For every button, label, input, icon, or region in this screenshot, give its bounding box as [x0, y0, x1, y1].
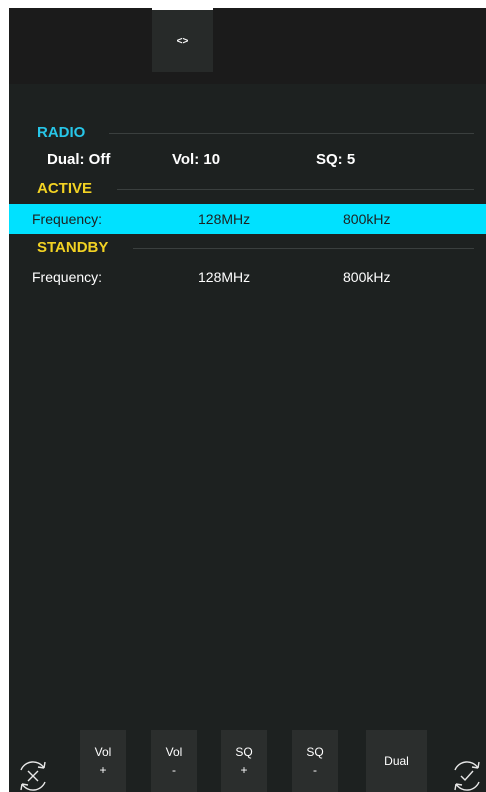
- active-divider: [117, 189, 474, 190]
- dual-button[interactable]: Dual: [366, 730, 427, 792]
- volume-down-sign: -: [172, 763, 176, 777]
- radio-section-header: RADIO: [9, 123, 486, 143]
- top-bar: <>: [9, 8, 486, 84]
- volume-up-button[interactable]: Vol +: [80, 730, 126, 792]
- bottom-control-bar: Vol + Vol - SQ + SQ - Dual: [9, 716, 486, 792]
- app-screen: <> RADIO Dual: Off Vol: 10 SQ: 5 ACTIVE …: [9, 8, 486, 792]
- standby-frequency-label: Frequency:: [32, 269, 103, 285]
- tab-swap[interactable]: <>: [152, 8, 213, 72]
- standby-frequency-mhz: 128MHz: [198, 269, 251, 285]
- active-title: ACTIVE: [37, 180, 93, 197]
- volume-down-button[interactable]: Vol -: [151, 730, 197, 792]
- squelch-up-label: SQ: [235, 745, 253, 759]
- radio-divider: [109, 133, 474, 134]
- radio-title: RADIO: [37, 124, 86, 141]
- volume-up-label: Vol: [94, 745, 112, 759]
- active-frequency-mhz: 128MHz: [198, 211, 251, 227]
- confirm-sync-icon[interactable]: [449, 758, 485, 792]
- squelch-down-sign: -: [313, 763, 317, 777]
- squelch-down-button[interactable]: SQ -: [292, 730, 338, 792]
- active-frequency-label: Frequency:: [32, 211, 103, 227]
- cancel-sync-icon[interactable]: [15, 758, 51, 792]
- volume-up-sign: +: [99, 763, 107, 777]
- active-section-header: ACTIVE: [9, 179, 486, 199]
- active-frequency-row[interactable]: Frequency: 128MHz 800kHz: [9, 204, 486, 234]
- squelch-up-button[interactable]: SQ +: [221, 730, 267, 792]
- squelch-up-sign: +: [240, 763, 248, 777]
- active-frequency-khz: 800kHz: [343, 211, 391, 227]
- standby-title: STANDBY: [37, 239, 109, 256]
- squelch-status: SQ: 5: [316, 151, 356, 168]
- squelch-down-label: SQ: [306, 745, 324, 759]
- dual-button-label: Dual: [384, 754, 409, 768]
- standby-section-header: STANDBY: [9, 238, 486, 258]
- standby-frequency-row[interactable]: Frequency: 128MHz 800kHz: [9, 262, 486, 292]
- volume-status: Vol: 10: [172, 151, 221, 168]
- standby-frequency-khz: 800kHz: [343, 269, 391, 285]
- dual-status: Dual: Off: [47, 151, 111, 168]
- standby-divider: [133, 248, 474, 249]
- volume-down-label: Vol: [165, 745, 183, 759]
